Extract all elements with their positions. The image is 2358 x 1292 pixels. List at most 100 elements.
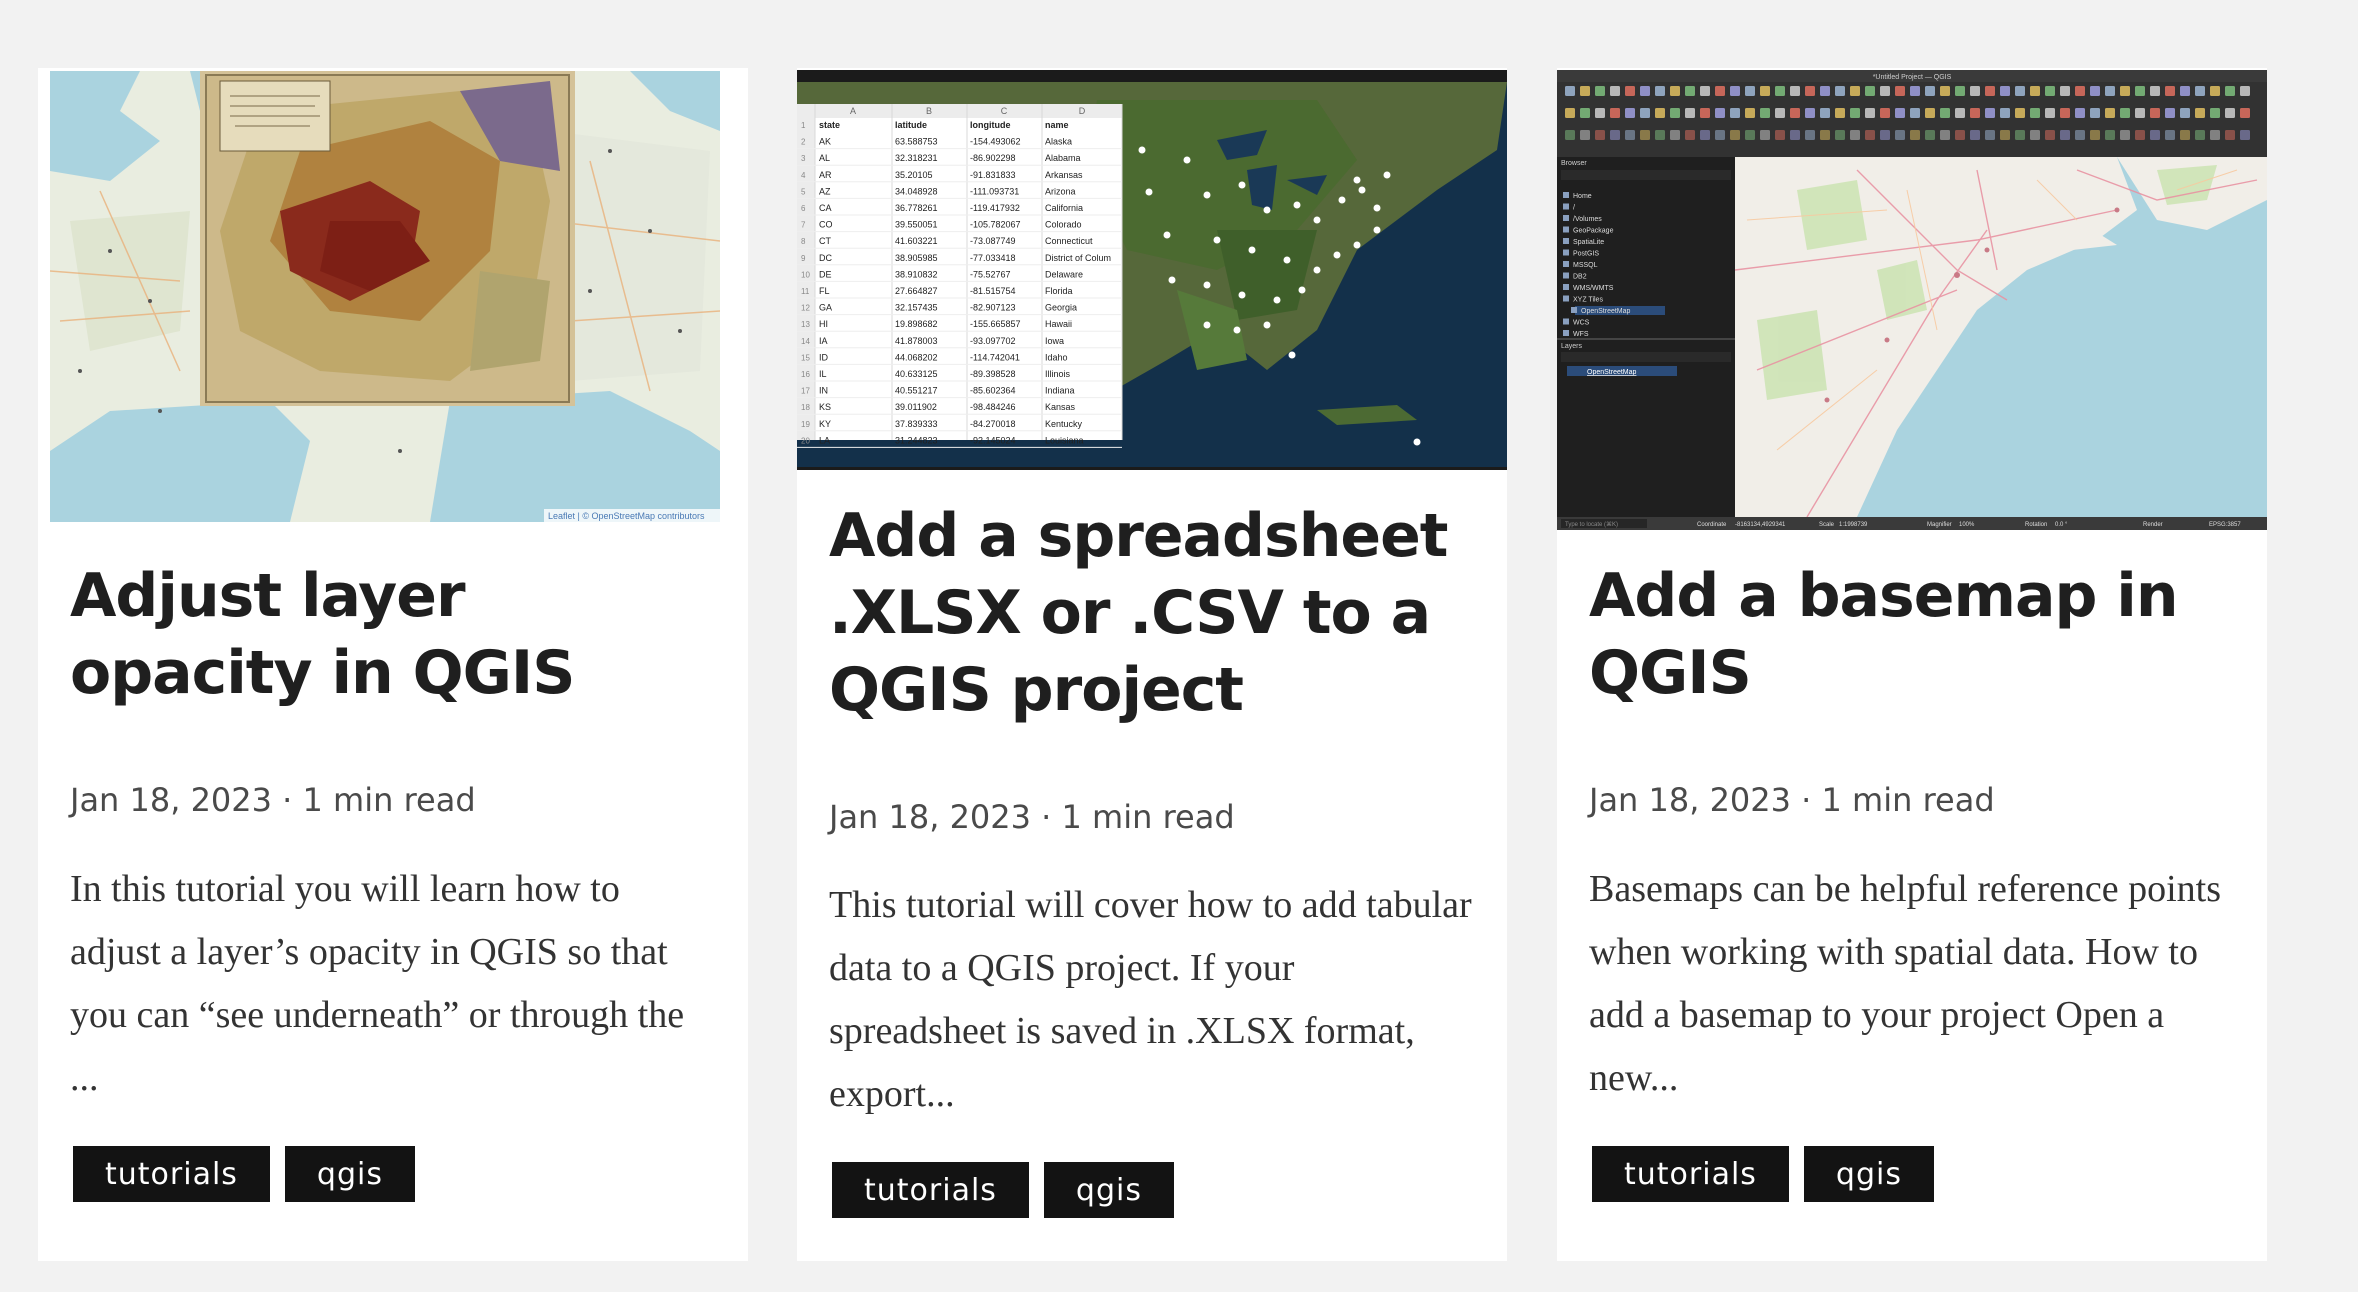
- qgis-browser-item-icon: [1563, 272, 1569, 279]
- qgis-toolbar-icon: [1850, 108, 1860, 118]
- qgis-toolbar-icon: [2195, 86, 2205, 96]
- qgis-browser-item-icon: [1563, 261, 1569, 267]
- post-thumbnail[interactable]: A B C D 1 state latitude longitude name 2 AK 63.58…: [797, 70, 1507, 470]
- qgis-status-rotation: 0.0 °: [2055, 522, 2068, 528]
- qgis-toolbar-icon: [2060, 130, 2070, 140]
- qgis-toolbar-icon: [1955, 86, 1965, 96]
- sheet-row-number: 20: [801, 436, 810, 445]
- sheet-cell: 27.664827: [895, 286, 938, 296]
- tag-tutorials[interactable]: tutorials: [73, 1146, 270, 1202]
- qgis-toolbar-icon: [2030, 130, 2040, 140]
- post-card[interactable]: *Untitled Project — QGIS Browser Home / /V…: [1557, 68, 2267, 1261]
- post-thumbnail[interactable]: Leaflet | © OpenStreetMap contributors: [50, 71, 720, 522]
- post-excerpt: This tutorial will cover how to add tabu…: [829, 884, 1472, 1115]
- qgis-toolbar-icon: [2165, 108, 2175, 118]
- qgis-toolbar-icon: [2135, 130, 2145, 140]
- qgis-toolbar-icon: [2120, 108, 2130, 118]
- qgis-toolbar-icon: [2015, 108, 2025, 118]
- qgis-toolbar-icon: [1910, 108, 1920, 118]
- sheet-cell: Georgia: [1045, 303, 1077, 313]
- qgis-toolbar-icon: [1640, 86, 1650, 96]
- qgis-toolbar-icon: [1685, 86, 1695, 96]
- tag-tutorials[interactable]: tutorials: [832, 1162, 1029, 1218]
- sheet-row-number: 9: [801, 254, 806, 263]
- qgis-toolbar-icon: [2180, 108, 2190, 118]
- sheet-row-number: 18: [801, 403, 810, 412]
- tag-qgis[interactable]: qgis: [1043, 1162, 1174, 1218]
- sheet-cell: Florida: [1045, 286, 1073, 296]
- sheet-row-number: 5: [801, 187, 806, 196]
- sheet-cell: IL: [819, 369, 827, 379]
- sheet-cell: Hawaii: [1045, 319, 1072, 329]
- qgis-status-magnifier-label: Magnifier: [1927, 522, 1952, 528]
- qgis-toolbar-icon: [1820, 108, 1830, 118]
- qgis-browser-item: DB2: [1573, 274, 1587, 281]
- qgis-toolbar-icon: [1610, 86, 1620, 96]
- post-title[interactable]: Add a spreadsheet .XLSX or .CSV to a QGI…: [829, 498, 1479, 729]
- qgis-toolbar-icon: [2150, 130, 2160, 140]
- sheet-row-number: 17: [801, 387, 810, 396]
- qgis-toolbar-icon: [1835, 86, 1845, 96]
- tag-tutorials[interactable]: tutorials: [1592, 1146, 1789, 1202]
- qgis-toolbar-icon: [2210, 130, 2220, 140]
- sheet-header-cell: state: [819, 120, 840, 130]
- qgis-toolbar-icon: [2030, 86, 2040, 96]
- qgis-toolbar-icon: [2195, 108, 2205, 118]
- qgis-browser-item: WMS/WMTS: [1573, 285, 1614, 292]
- qgis-toolbar-icon: [1685, 108, 1695, 118]
- sheet-cell: 39.011902: [895, 402, 937, 412]
- qgis-toolbar-icon: [1850, 130, 1860, 140]
- qgis-toolbar-icon: [1940, 130, 1950, 140]
- qgis-status-scale: 1:1998739: [1839, 522, 1868, 528]
- qgis-status-coordinate-label: Coordinate: [1697, 522, 1727, 528]
- sheet-row-number: 13: [801, 320, 810, 329]
- qgis-toolbar-icon: [1895, 130, 1905, 140]
- post-title[interactable]: Add a basemap in QGIS: [1589, 558, 2239, 712]
- sheet-cell: CT: [819, 236, 831, 246]
- qgis-toolbar-icon: [1625, 86, 1635, 96]
- sheet-row-number: 12: [801, 304, 810, 313]
- qgis-toolbar-icon: [2240, 86, 2250, 96]
- sheet-cell: -119.417932: [970, 203, 1020, 213]
- qgis-toolbar-icon: [1880, 108, 1890, 118]
- qgis-toolbar-icon: [2045, 130, 2055, 140]
- qgis-browser-item: Home: [1573, 193, 1592, 200]
- qgis-toolbar-icon: [1940, 86, 1950, 96]
- post-card[interactable]: A B C D 1 state latitude longitude name 2 AK 63.58…: [797, 68, 1507, 1261]
- tag-qgis[interactable]: qgis: [284, 1146, 415, 1202]
- qgis-browser-item: WCS: [1573, 320, 1590, 327]
- sheet-cell: Alabama: [1045, 153, 1081, 163]
- qgis-toolbar-icon: [2240, 130, 2250, 140]
- sheet-cell: 40.633125: [895, 369, 938, 379]
- qgis-toolbar-icon: [1640, 130, 1650, 140]
- sheet-cell: AZ: [819, 186, 831, 196]
- tag-qgis[interactable]: qgis: [1803, 1146, 1934, 1202]
- sheet-cell: Arizona: [1045, 186, 1076, 196]
- sheet-cell: California: [1045, 203, 1083, 213]
- qgis-browser-label: Browser: [1561, 160, 1587, 167]
- post-card[interactable]: Leaflet | © OpenStreetMap contributors A…: [38, 68, 748, 1261]
- sheet-column-letter: A: [850, 106, 856, 116]
- qgis-toolbar-icon: [1985, 86, 1995, 96]
- qgis-toolbar-icon: [1625, 108, 1635, 118]
- qgis-toolbar-icon: [2105, 130, 2115, 140]
- qgis-window-title: *Untitled Project — QGIS: [1873, 74, 1952, 81]
- qgis-browser-item: XYZ Tiles: [1573, 297, 1603, 304]
- sheet-cell: -82.907123: [970, 303, 1016, 313]
- sheet-cell: AK: [819, 137, 831, 147]
- post-title[interactable]: Adjust layer opacity in QGIS: [70, 558, 720, 712]
- qgis-toolbar-icon: [1595, 108, 1605, 118]
- sheet-cell: 31.244823: [895, 435, 938, 445]
- qgis-toolbar-icon: [1970, 130, 1980, 140]
- qgis-toolbar-icon: [1790, 130, 1800, 140]
- qgis-toolbar-icon: [1715, 108, 1725, 118]
- sheet-cell: KY: [819, 419, 831, 429]
- sheet-column-letter: C: [1001, 106, 1008, 116]
- sheet-cell: -114.742041: [970, 352, 1020, 362]
- qgis-status-scale-label: Scale: [1819, 522, 1835, 528]
- sheet-cell: -154.493062: [970, 137, 1021, 147]
- post-thumbnail[interactable]: *Untitled Project — QGIS Browser Home / /V…: [1557, 70, 2267, 530]
- qgis-toolbar-icon: [1745, 108, 1755, 118]
- sheet-cell: Louisiana: [1045, 435, 1084, 445]
- post-excerpt: Basemaps can be helpful reference points…: [1589, 868, 2222, 1099]
